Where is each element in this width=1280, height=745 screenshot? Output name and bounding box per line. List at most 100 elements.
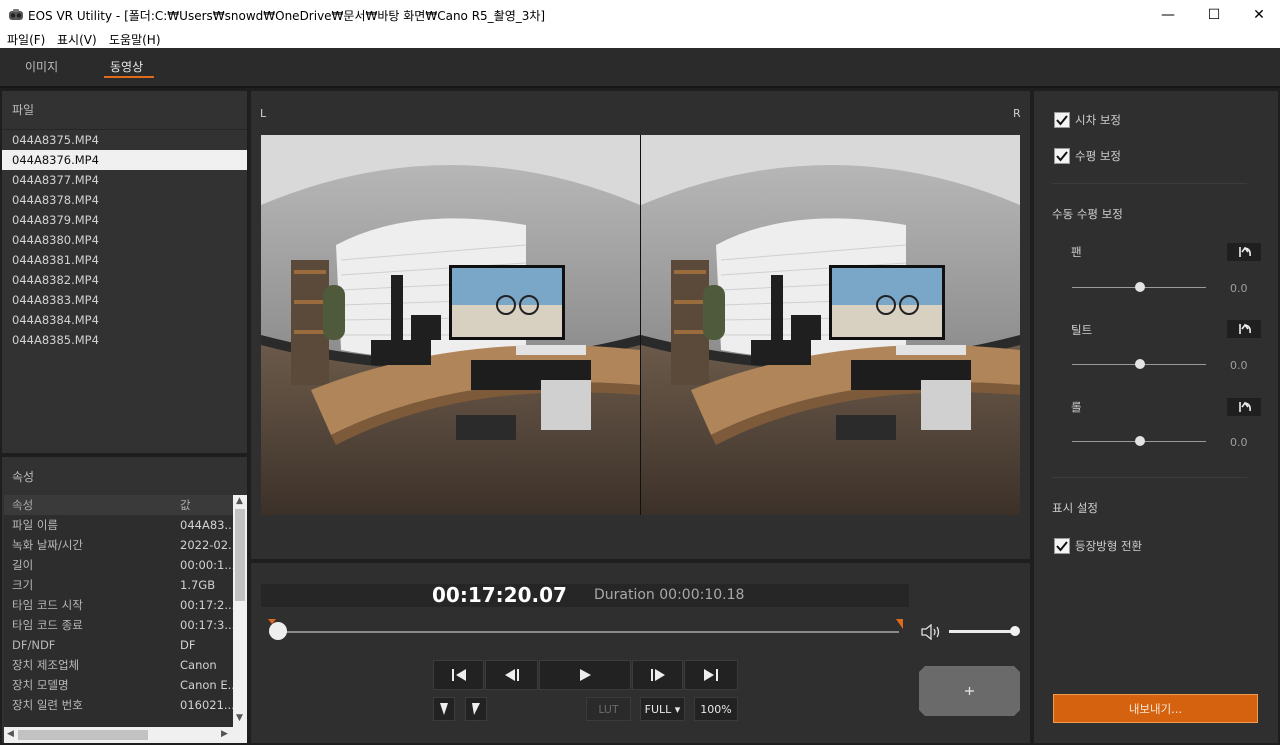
file-list-item[interactable]: 044A8377.MP4 — [2, 170, 247, 190]
maximize-button[interactable]: ☐ — [1191, 0, 1237, 30]
seek-handle[interactable] — [269, 622, 287, 640]
divider — [1052, 183, 1247, 184]
set-out-point-button[interactable] — [465, 697, 487, 721]
file-list-item[interactable]: 044A8384.MP4 — [2, 310, 247, 330]
file-list-item[interactable]: 044A8378.MP4 — [2, 190, 247, 210]
property-key: 길이 — [12, 558, 34, 572]
volume-slider[interactable] — [949, 630, 1015, 633]
file-list-item[interactable]: 044A8383.MP4 — [2, 290, 247, 310]
menu-file[interactable]: 파일(F) — [7, 31, 45, 48]
scroll-up-icon[interactable]: ▲ — [236, 496, 243, 506]
equirectangular-label: 등장방형 전환 — [1075, 539, 1143, 553]
table-row: 장치 일련 번호 016021... — [4, 695, 233, 715]
lut-button[interactable]: LUT — [586, 697, 631, 721]
horizontal-scrollbar[interactable]: ◀ ▶ — [4, 727, 247, 743]
parallax-correction-checkbox[interactable] — [1054, 112, 1070, 128]
minimize-icon: — — [1161, 7, 1175, 23]
set-in-point-button[interactable] — [433, 697, 455, 721]
previous-frame-button[interactable] — [485, 660, 538, 690]
dual-fisheye-image — [261, 135, 1020, 515]
volume-handle[interactable] — [1010, 626, 1020, 636]
file-panel-title: 파일 — [12, 103, 35, 117]
property-value: 2022-02... — [180, 538, 233, 552]
roll-slider-handle[interactable] — [1135, 436, 1145, 446]
menu-view[interactable]: 표시(V) — [57, 31, 97, 48]
file-list-item[interactable]: 044A8375.MP4 — [2, 130, 247, 150]
step-forward-icon — [650, 669, 665, 681]
property-value: 1.7GB — [180, 578, 216, 592]
file-list-item[interactable]: 044A8381.MP4 — [2, 250, 247, 270]
go-to-end-button[interactable] — [684, 660, 738, 690]
properties-panel-title: 속성 — [12, 470, 35, 484]
file-list-item[interactable]: 044A8379.MP4 — [2, 210, 247, 230]
level-correction-checkbox[interactable] — [1054, 148, 1070, 164]
scroll-down-icon[interactable]: ▼ — [236, 713, 243, 723]
scroll-right-icon[interactable]: ▶ — [221, 729, 228, 739]
column-header-value[interactable]: 값 — [180, 495, 191, 515]
step-back-icon — [504, 669, 519, 681]
scrollbar-thumb[interactable] — [235, 509, 245, 601]
file-list-item[interactable]: 044A8385.MP4 — [2, 330, 247, 350]
pan-reset-button[interactable] — [1227, 243, 1261, 261]
mode-tabs: 이미지 동영상 — [0, 48, 1280, 88]
scroll-left-icon[interactable]: ◀ — [7, 729, 14, 739]
tab-video[interactable]: 동영상 — [110, 58, 143, 75]
property-key: 타임 코드 시작 — [12, 598, 83, 612]
table-row: 장치 제조업체 Canon — [4, 655, 233, 675]
adjustment-panel: 시차 보정 수평 보정 수동 수평 보정 팬 0.0 틸트 0.0 롤 0.0 … — [1034, 91, 1278, 743]
file-list-item[interactable]: 044A8382.MP4 — [2, 270, 247, 290]
view-mode-dropdown[interactable]: FULL ▾ — [640, 697, 685, 721]
volume-icon[interactable] — [920, 623, 942, 641]
maximize-icon: ☐ — [1207, 7, 1221, 23]
app-icon — [9, 9, 23, 20]
file-panel: 파일 044A8375.MP4 044A8376.MP4 044A8377.MP4 0… — [2, 91, 247, 453]
file-list-item[interactable]: 044A8376.MP4 — [2, 150, 247, 170]
go-to-start-button[interactable] — [433, 660, 484, 690]
property-key: 타임 코드 종료 — [12, 618, 83, 632]
tab-image[interactable]: 이미지 — [25, 58, 58, 75]
table-header: 속성 값 — [4, 495, 233, 515]
menu-help[interactable]: 도움말(H) — [109, 31, 161, 48]
vr-navigation-pad[interactable] — [919, 666, 1020, 716]
property-key: 장치 모델명 — [12, 678, 69, 692]
skip-start-icon — [451, 669, 466, 681]
scrollbar-thumb[interactable] — [18, 730, 148, 740]
minimize-button[interactable]: — — [1145, 0, 1191, 30]
crosshair-icon — [965, 687, 974, 695]
vertical-scrollbar[interactable]: ▲ ▼ — [233, 495, 247, 727]
file-list-item[interactable]: 044A8380.MP4 — [2, 230, 247, 250]
undo-icon — [1239, 323, 1251, 334]
checkmark-icon — [1056, 541, 1068, 552]
table-row: 장치 모델명 Canon E... — [4, 675, 233, 695]
close-button[interactable]: ✕ — [1236, 0, 1280, 30]
property-value: 00:00:1... — [180, 558, 233, 572]
tilt-slider-handle[interactable] — [1135, 359, 1145, 369]
table-row: DF/NDF DF — [4, 635, 233, 655]
column-header-key[interactable]: 속성 — [12, 495, 33, 515]
play-button[interactable] — [539, 660, 631, 690]
zoom-level-button[interactable]: 100% — [694, 697, 738, 721]
current-timecode: 00:17:20.07 — [432, 583, 567, 607]
tilt-reset-button[interactable] — [1227, 320, 1261, 338]
left-eye-label: L — [260, 107, 267, 120]
vr-video-frame[interactable] — [261, 135, 1020, 515]
out-point-marker[interactable] — [896, 619, 903, 629]
property-value: Canon E... — [180, 678, 233, 692]
undo-icon — [1239, 401, 1251, 412]
property-value: 016021... — [180, 698, 233, 712]
divider — [1052, 477, 1247, 478]
pan-slider-handle[interactable] — [1135, 282, 1145, 292]
property-value: 044A83... — [180, 518, 233, 532]
title-bar: EOS VR Utility - [폴더:C:₩Users₩snowd₩OneD… — [0, 0, 1280, 30]
skip-end-icon — [704, 669, 718, 681]
property-key: 녹화 날짜/시간 — [12, 538, 84, 552]
equirectangular-checkbox[interactable] — [1054, 538, 1070, 554]
property-key: 크기 — [12, 578, 34, 592]
seek-bar[interactable] — [269, 631, 899, 633]
next-frame-button[interactable] — [632, 660, 683, 690]
roll-reset-button[interactable] — [1227, 398, 1261, 416]
vr-preview-panel: L R — [251, 91, 1030, 559]
properties-panel: 속성 속성 값 파일 이름 044A83... 녹화 날짜/시간 2022-02...… — [2, 457, 247, 743]
export-button[interactable]: 내보내기... — [1053, 694, 1258, 723]
table-row: 파일 이름 044A83... — [4, 515, 233, 535]
